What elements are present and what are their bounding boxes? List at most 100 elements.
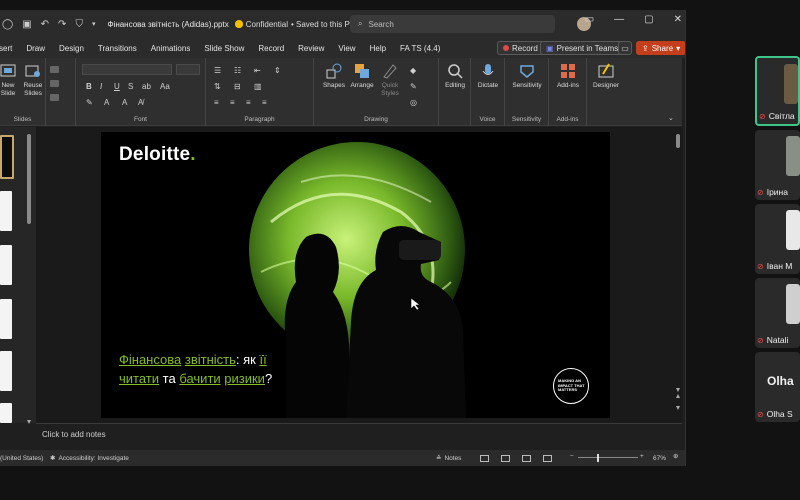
text-direction-button[interactable]: ⇅ <box>214 82 221 91</box>
participant-tile[interactable]: ⊘ Ірина <box>755 130 800 200</box>
comments-button[interactable]: ▭ <box>618 41 632 55</box>
tab-draw[interactable]: Draw <box>19 44 52 53</box>
addins-button[interactable]: Add-ins <box>551 62 585 90</box>
document-title[interactable]: Фінансова звітність (Adidas).pptx <box>107 20 228 29</box>
notes-label: Notes <box>444 454 462 462</box>
highlight-button[interactable]: ✎ <box>86 98 93 107</box>
ribbon-display-icon[interactable]: ▭ <box>585 14 594 25</box>
slide-thumbnail[interactable] <box>0 191 12 231</box>
char-spacing-button[interactable]: ab <box>142 82 151 91</box>
slide-canvas[interactable]: Deloitte. Фінансова звітність: як її чит… <box>101 132 610 418</box>
editing-button[interactable]: Editing <box>441 62 469 90</box>
customize-qat-icon[interactable]: ▾ <box>92 20 96 28</box>
participant-tile[interactable]: ⊘ Natali <box>755 278 800 348</box>
slide-thumbnail[interactable] <box>0 135 14 179</box>
tab-review[interactable]: Review <box>291 44 331 53</box>
shape-outline-icon[interactable]: ✎ <box>410 82 417 91</box>
tab-animations[interactable]: Animations <box>144 44 198 53</box>
tab-slide-show[interactable]: Slide Show <box>197 44 251 53</box>
ribbon: New Slide Reuse Slides Slides B I U S ab… <box>0 58 682 126</box>
tab-transitions[interactable]: Transitions <box>91 44 144 53</box>
reading-view-icon[interactable] <box>522 454 531 462</box>
zoom-out-icon[interactable]: − <box>570 453 574 460</box>
slide-sorter-icon[interactable] <box>501 454 510 462</box>
align-center-button[interactable]: ≡ <box>230 98 235 107</box>
notes-toggle-button[interactable]: ≙ Notes <box>436 454 462 463</box>
thumbnails-scrollbar[interactable] <box>26 130 32 426</box>
reuse-slides-button[interactable]: Reuse Slides <box>22 62 44 98</box>
font-name-input[interactable] <box>82 64 172 75</box>
zoom-slider[interactable] <box>578 457 638 458</box>
tab-fa-ts[interactable]: FA TS (4.4) <box>393 44 447 53</box>
participant-tile[interactable]: ⊘ Іван М <box>755 204 800 274</box>
redo-icon[interactable]: ↷ <box>58 19 66 30</box>
line-spacing-button[interactable]: ⇕ <box>274 66 281 75</box>
arrange-button[interactable]: Arrange <box>348 62 376 90</box>
slide-title[interactable]: Фінансова звітність: як її читати та бач… <box>119 350 329 388</box>
close-icon[interactable]: ✕ <box>674 14 682 25</box>
slideshow-view-icon[interactable] <box>543 454 552 462</box>
underline-button[interactable]: U <box>114 82 120 91</box>
reset-icon[interactable] <box>50 80 59 87</box>
designer-button[interactable]: Designer <box>589 62 623 90</box>
undo-icon[interactable]: ↶ <box>41 19 49 30</box>
quick-styles-button[interactable]: Quick Styles <box>376 62 404 98</box>
fit-to-window-icon[interactable]: ⊕ <box>673 452 678 460</box>
language-indicator[interactable]: (United States) <box>0 455 43 462</box>
shape-fill-icon[interactable]: ◆ <box>410 66 416 75</box>
zoom-slider-thumb[interactable] <box>597 454 599 462</box>
layout-icon[interactable] <box>50 66 59 73</box>
tab-insert[interactable]: sert <box>0 44 19 53</box>
change-case-button[interactable]: Aa <box>160 82 170 91</box>
normal-view-icon[interactable] <box>480 454 489 462</box>
grow-font-button[interactable]: A <box>122 98 127 107</box>
numbering-button[interactable]: ☷ <box>234 66 241 75</box>
section-icon[interactable] <box>50 94 59 101</box>
tab-design[interactable]: Design <box>52 44 91 53</box>
present-in-teams-button[interactable]: ▣ Present in Teams <box>540 41 625 55</box>
accessibility-checker[interactable]: ✱ Accessibility: Investigate <box>50 454 129 463</box>
search-box[interactable]: ⌕ Search <box>350 15 555 33</box>
record-button[interactable]: Record <box>497 41 544 55</box>
tab-help[interactable]: Help <box>363 44 393 53</box>
indent-button[interactable]: ⇤ <box>254 66 261 75</box>
tab-view[interactable]: View <box>331 44 362 53</box>
zoom-level[interactable]: 67% <box>653 455 666 462</box>
justify-button[interactable]: ≡ <box>262 98 267 107</box>
new-slide-button[interactable]: New Slide <box>0 62 18 98</box>
share-button[interactable]: ⇪ Share ▾ <box>636 41 685 55</box>
slide-thumbnail[interactable] <box>0 351 12 391</box>
maximize-icon[interactable]: ▢ <box>644 14 653 25</box>
shapes-button[interactable]: Shapes <box>320 62 348 90</box>
columns-button[interactable]: ▥ <box>254 82 262 91</box>
participant-tile[interactable]: ⊘ Світла <box>755 56 800 126</box>
autosave-toggle-icon[interactable]: ◯ <box>2 19 13 30</box>
align-text-button[interactable]: ⊟ <box>234 82 241 91</box>
slide-thumbnail[interactable] <box>0 403 12 423</box>
zoom-in-icon[interactable]: + <box>640 453 644 460</box>
bullets-button[interactable]: ☰ <box>214 66 221 75</box>
slide-thumbnail[interactable] <box>0 245 12 285</box>
strikethrough-button[interactable]: S <box>128 82 133 91</box>
font-color-button[interactable]: A <box>104 98 109 107</box>
shape-effects-icon[interactable]: ◎ <box>410 98 417 107</box>
align-left-button[interactable]: ≡ <box>214 98 219 107</box>
notes-pane[interactable]: Click to add notes <box>36 423 682 450</box>
minimize-icon[interactable]: — <box>614 14 624 25</box>
italic-button[interactable]: I <box>100 82 102 91</box>
align-right-button[interactable]: ≡ <box>246 98 251 107</box>
participants-strip: ⊘ Світла ⊘ Ірина ⊘ Іван М ⊘ Natali Olha ⊘ Olh… <box>755 56 800 422</box>
collapse-ribbon-icon[interactable]: ⌄ <box>668 114 674 122</box>
font-size-input[interactable] <box>176 64 200 75</box>
sensitivity-indicator[interactable]: Confidential • Saved to this PC ⌄ <box>234 20 365 29</box>
slide-scrollbar[interactable] <box>675 130 681 420</box>
present-icon[interactable]: ⛉ <box>75 19 83 30</box>
save-icon[interactable]: ▣ <box>22 19 31 30</box>
sensitivity-button[interactable]: Sensitivity <box>507 62 547 90</box>
tab-record[interactable]: Record <box>251 44 291 53</box>
participant-tile[interactable]: Olha ⊘ Olha S <box>755 352 800 422</box>
bold-button[interactable]: B <box>86 82 92 91</box>
dictate-button[interactable]: Dictate <box>474 62 502 90</box>
clear-format-button[interactable]: A̸ <box>138 98 143 107</box>
slide-thumbnail[interactable] <box>0 299 12 339</box>
